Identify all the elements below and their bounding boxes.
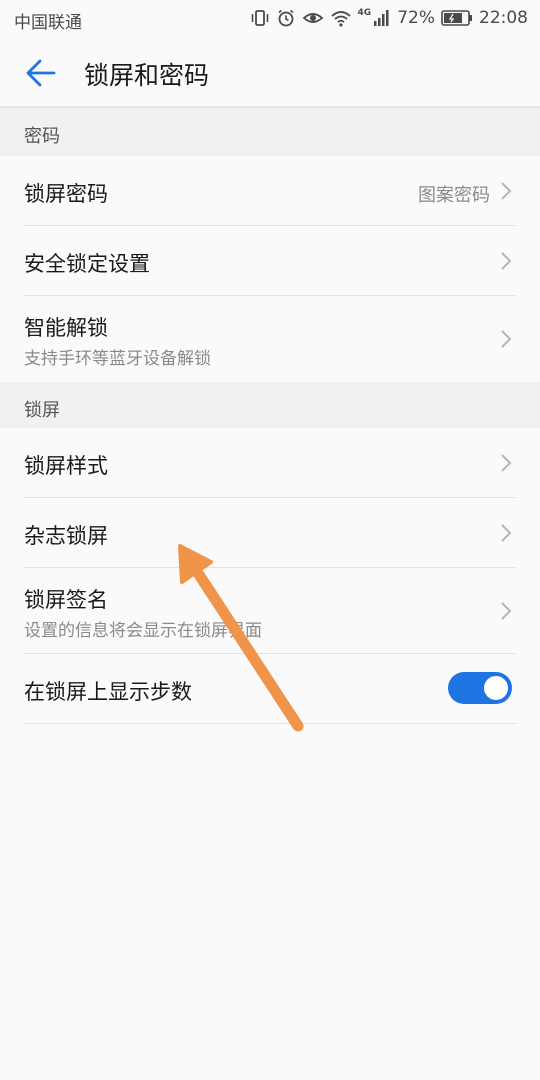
wifi-icon	[330, 11, 351, 27]
row-title: 杂志锁屏	[24, 524, 108, 548]
page-title: 锁屏和密码	[84, 61, 210, 90]
alarm-icon	[278, 9, 294, 27]
row-subtitle: 支持手环等蓝牙设备解锁	[24, 349, 211, 369]
section-header-password: 密码	[0, 108, 540, 156]
chevron-right-icon	[501, 252, 512, 270]
chevron-right-icon	[501, 330, 512, 348]
row-title: 锁屏密码	[24, 182, 108, 206]
back-arrow-icon	[26, 59, 56, 87]
settings-row-magazine-unlock[interactable]: 杂志锁屏	[0, 498, 540, 568]
eye-icon	[302, 13, 323, 23]
section-header-label: 锁屏	[24, 400, 60, 421]
row-subtitle: 设置的信息将会显示在锁屏界面	[24, 621, 262, 641]
settings-row-lock-screen-style[interactable]: 锁屏样式	[0, 428, 540, 498]
settings-row-lock-screen-password[interactable]: 锁屏密码 图案密码	[0, 156, 540, 226]
toggle-knob	[484, 676, 508, 700]
settings-row-smart-unlock[interactable]: 智能解锁 支持手环等蓝牙设备解锁	[0, 296, 540, 382]
network-type: 4G	[357, 8, 372, 18]
settings-row-lock-screen-signature[interactable]: 锁屏签名 设置的信息将会显示在锁屏界面	[0, 568, 540, 654]
status-icons: 4G 72% 22:08	[250, 8, 528, 28]
signal-icon	[374, 10, 389, 26]
divider	[24, 723, 516, 724]
app-bar: 锁屏和密码	[0, 38, 540, 108]
row-title: 锁屏签名	[24, 588, 108, 612]
battery-icon	[441, 10, 472, 26]
row-value: 图案密码	[418, 185, 490, 206]
show-steps-toggle[interactable]	[448, 672, 512, 704]
chevron-right-icon	[501, 454, 512, 472]
vibrate-icon	[251, 10, 268, 26]
battery-percent: 72%	[397, 8, 435, 28]
row-title: 在锁屏上显示步数	[24, 680, 192, 704]
carrier-name: 中国联通	[14, 13, 82, 33]
settings-row-show-steps: 在锁屏上显示步数	[0, 654, 540, 724]
chevron-right-icon	[501, 602, 512, 620]
status-bar: 中国联通 4G 72% 22:08	[0, 0, 540, 38]
chevron-right-icon	[501, 182, 512, 200]
section-header-label: 密码	[24, 126, 60, 147]
row-title: 锁屏样式	[24, 454, 108, 478]
row-title: 智能解锁	[24, 316, 108, 340]
back-button[interactable]	[22, 54, 60, 92]
settings-row-security-lock[interactable]: 安全锁定设置	[0, 226, 540, 296]
row-title: 安全锁定设置	[24, 252, 150, 276]
chevron-right-icon	[501, 524, 512, 542]
clock-time: 22:08	[479, 8, 528, 28]
section-header-lock-screen: 锁屏	[0, 382, 540, 428]
